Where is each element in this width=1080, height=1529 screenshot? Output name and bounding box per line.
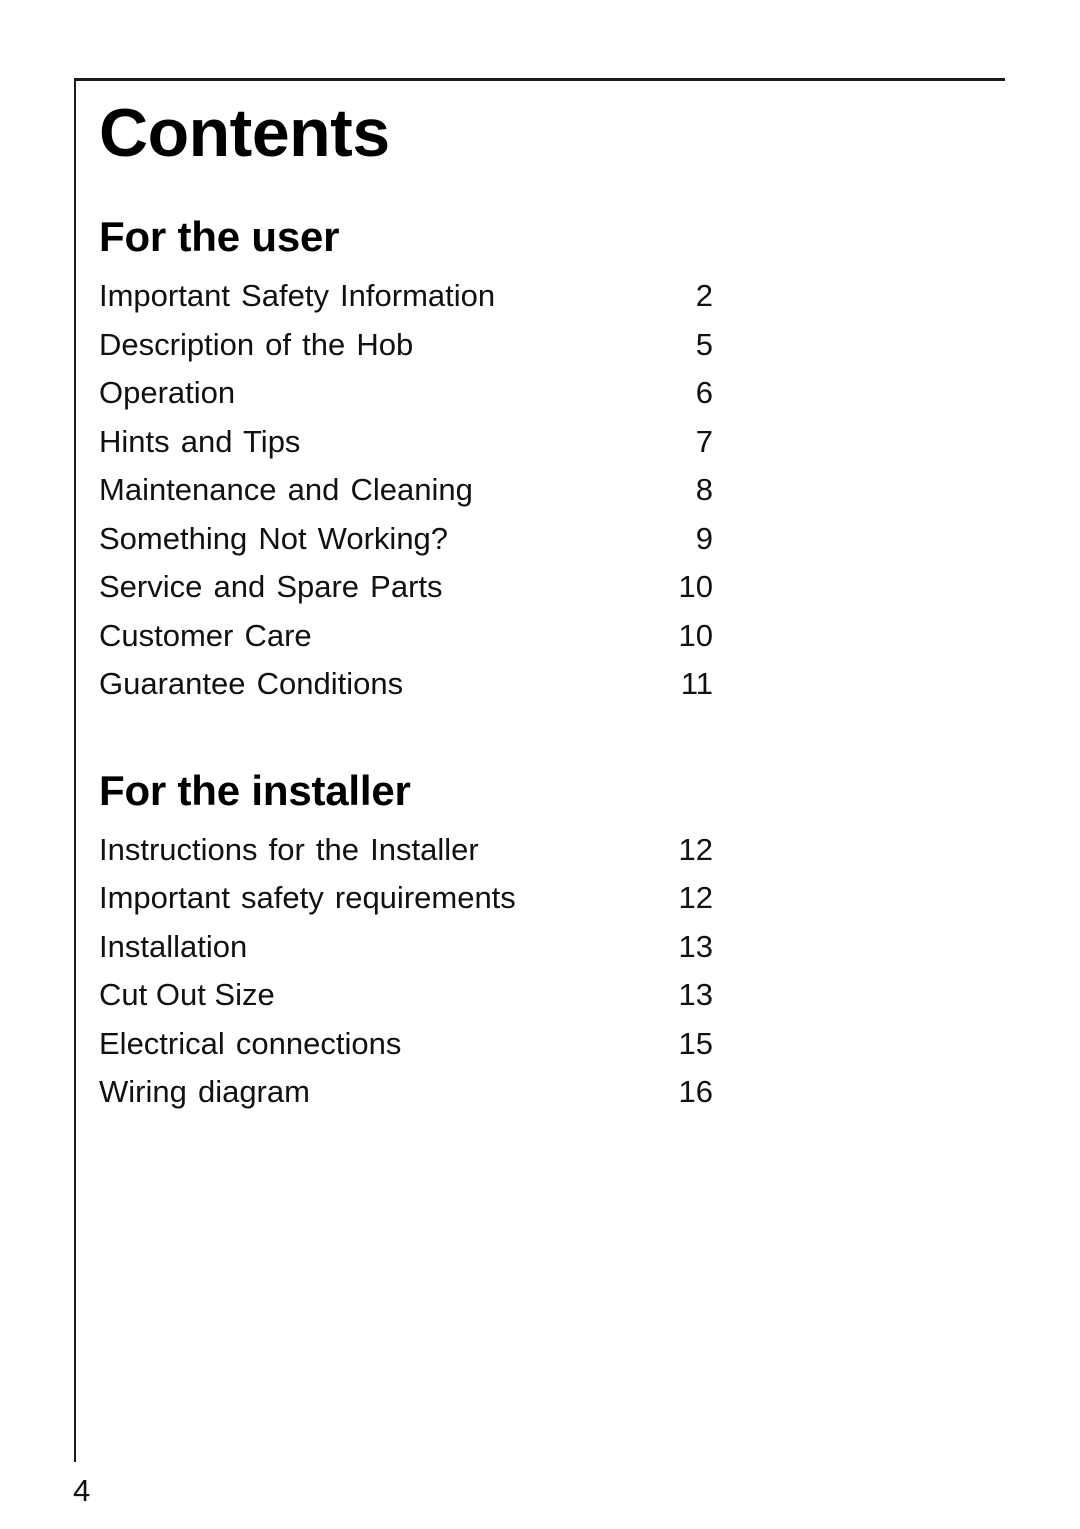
toc-entry-label: Important Safety Information — [99, 278, 496, 313]
contents-body: Contents For the user Important Safety I… — [99, 96, 713, 1117]
toc-entry[interactable]: Description of the Hob 5 — [99, 321, 713, 370]
toc-entry-page: 9 — [695, 520, 713, 556]
toc-list-for-the-installer: Instructions for the Installer 12 Import… — [99, 826, 713, 1117]
toc-entry-page: 10 — [678, 617, 713, 653]
toc-entry-label: Instructions for the Installer — [99, 831, 479, 867]
toc-entry-page: 12 — [678, 831, 713, 867]
toc-entry[interactable]: Something Not Working? 9 — [99, 515, 713, 564]
toc-entry-page: 10 — [678, 569, 713, 604]
toc-entry-page: 5 — [695, 326, 713, 362]
folio-page-number: 4 — [73, 1473, 91, 1508]
toc-list-for-the-user: Important Safety Information 2 Descripti… — [99, 272, 713, 709]
toc-entry-label: Important safety requirements — [99, 880, 516, 915]
toc-entry-label: Wiring diagram — [99, 1074, 310, 1109]
toc-entry-page: 15 — [678, 1025, 713, 1061]
toc-entry-label: Hints and Tips — [99, 423, 301, 459]
toc-entry[interactable]: Cut Out Size 13 — [99, 971, 713, 1020]
section-for-the-installer: For the installer Instructions for the I… — [99, 766, 713, 1117]
toc-entry-label: Something Not Working? — [99, 520, 449, 556]
section-heading: For the user — [99, 213, 340, 260]
toc-entry-page: 7 — [695, 423, 713, 459]
header-rule — [74, 78, 1005, 81]
toc-entry[interactable]: Important safety requirements 12 — [99, 874, 713, 923]
toc-entry-page: 8 — [695, 472, 713, 507]
document-page: Contents For the user Important Safety I… — [0, 0, 1080, 1529]
toc-entry-page: 2 — [695, 278, 713, 313]
toc-entry-page: 13 — [678, 928, 713, 964]
toc-entry[interactable]: Hints and Tips 7 — [99, 418, 713, 467]
section-for-the-user: For the user Important Safety Informatio… — [99, 214, 713, 709]
toc-entry-label: Cut Out Size — [99, 977, 275, 1012]
toc-entry-label: Description of the Hob — [99, 326, 414, 362]
toc-entry-page: 16 — [678, 1074, 713, 1109]
toc-entry[interactable]: Wiring diagram 16 — [99, 1068, 713, 1117]
toc-entry-page: 12 — [678, 880, 713, 915]
toc-entry-label: Operation — [99, 375, 236, 410]
toc-entry[interactable]: Installation 13 — [99, 923, 713, 972]
section-heading: For the installer — [99, 766, 411, 814]
toc-entry[interactable]: Instructions for the Installer 12 — [99, 826, 713, 875]
toc-entry[interactable]: Operation 6 — [99, 369, 713, 418]
toc-entry-label: Installation — [99, 928, 248, 964]
toc-entry[interactable]: Customer Care 10 — [99, 612, 713, 661]
page-title: Contents — [99, 95, 390, 171]
left-margin-rule — [74, 78, 76, 1462]
toc-entry-label: Guarantee Conditions — [99, 666, 404, 701]
toc-entry[interactable]: Guarantee Conditions 11 — [99, 660, 713, 709]
toc-entry[interactable]: Important Safety Information 2 — [99, 272, 713, 321]
toc-entry[interactable]: Maintenance and Cleaning 8 — [99, 466, 713, 515]
toc-entry[interactable]: Service and Spare Parts 10 — [99, 563, 713, 612]
toc-entry-label: Maintenance and Cleaning — [99, 472, 473, 507]
toc-entry-page: 13 — [678, 977, 713, 1012]
toc-entry-label: Electrical connections — [99, 1025, 402, 1061]
toc-entry-page: 11 — [680, 666, 713, 701]
toc-entry-page: 6 — [695, 375, 713, 410]
toc-entry[interactable]: Electrical connections 15 — [99, 1020, 713, 1069]
toc-entry-label: Customer Care — [99, 617, 312, 653]
toc-entry-label: Service and Spare Parts — [99, 569, 443, 604]
